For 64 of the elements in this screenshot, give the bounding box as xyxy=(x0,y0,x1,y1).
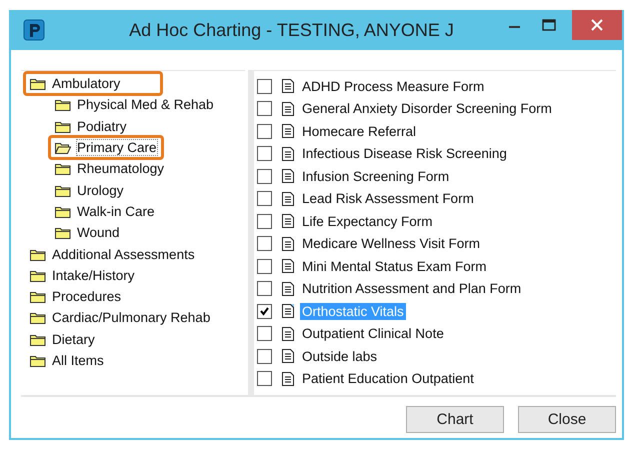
dialog-button[interactable]: Close xyxy=(518,406,616,433)
document-icon xyxy=(282,236,294,251)
window-title: Ad Hoc Charting - TESTING, ANYONE J xyxy=(128,20,455,40)
checkbox[interactable] xyxy=(257,78,272,94)
checkbox[interactable] xyxy=(257,304,272,319)
form-item[interactable]: Outpatient Clinical Note xyxy=(282,326,444,342)
checkbox[interactable] xyxy=(257,146,272,162)
document-icon xyxy=(282,304,294,318)
folder-icon xyxy=(55,162,71,176)
document-icon xyxy=(282,79,294,94)
form-item[interactable]: Infusion Screening Form xyxy=(282,168,450,184)
folder-icon xyxy=(55,184,71,197)
checkbox[interactable] xyxy=(257,168,272,184)
document-icon xyxy=(282,192,294,206)
close-icon xyxy=(591,19,603,31)
form-item[interactable]: Mini Mental Status Exam Form xyxy=(282,258,487,274)
folder-icon xyxy=(30,268,46,282)
folder-icon xyxy=(30,248,46,261)
dialog-button[interactable]: Chart xyxy=(406,406,504,433)
folder-icon xyxy=(30,290,46,304)
folder-icon xyxy=(30,332,46,346)
tree-item[interactable]: Ambulatory xyxy=(23,71,164,96)
form-item[interactable]: Outside labs xyxy=(282,348,378,364)
folder-icon xyxy=(55,204,71,218)
checkbox[interactable] xyxy=(257,236,272,252)
form-item[interactable]: General Anxiety Disorder Screening Form xyxy=(282,101,552,116)
checkbox[interactable] xyxy=(257,326,272,342)
checkbox[interactable] xyxy=(257,348,272,364)
form-item[interactable]: Homecare Referral xyxy=(282,124,416,139)
checkbox[interactable] xyxy=(257,214,272,229)
checkbox[interactable] xyxy=(257,191,272,206)
folder-icon xyxy=(55,98,71,112)
checkbox[interactable] xyxy=(257,258,272,274)
checkbox[interactable] xyxy=(257,281,272,296)
checkbox[interactable] xyxy=(257,124,272,139)
tree-item[interactable]: Primary Care xyxy=(48,135,164,160)
folder-icon xyxy=(30,354,46,368)
document-icon xyxy=(282,169,294,184)
folder-icon xyxy=(55,226,71,240)
form-item[interactable]: Life Expectancy Form xyxy=(282,214,433,229)
folder-icon xyxy=(30,77,46,90)
form-item[interactable]: Patient Education Outpatient xyxy=(282,371,474,386)
app-logo-icon xyxy=(23,19,45,41)
folder-icon xyxy=(55,120,71,133)
document-icon xyxy=(282,214,294,228)
document-icon xyxy=(282,349,294,364)
document-icon xyxy=(282,102,294,116)
document-icon xyxy=(282,372,294,386)
document-icon xyxy=(282,146,294,161)
document-icon xyxy=(282,282,294,296)
document-icon xyxy=(282,259,294,274)
form-item[interactable]: Medicare Wellness Visit Form xyxy=(282,236,480,252)
form-item[interactable]: ADHD Process Measure Form xyxy=(282,78,484,94)
close-button[interactable] xyxy=(572,10,622,40)
folder-icon xyxy=(30,311,46,324)
checkbox[interactable] xyxy=(257,371,272,386)
form-item[interactable]: Infectious Disease Risk Screening xyxy=(282,146,507,162)
form-item[interactable]: Nutrition Assessment and Plan Form xyxy=(282,281,522,296)
document-icon xyxy=(282,326,294,341)
checkbox[interactable] xyxy=(257,101,272,116)
maximize-icon xyxy=(542,19,556,31)
document-icon xyxy=(282,124,294,138)
form-item[interactable]: Lead Risk Assessment Form xyxy=(282,191,474,206)
open-folder-icon xyxy=(55,141,71,154)
